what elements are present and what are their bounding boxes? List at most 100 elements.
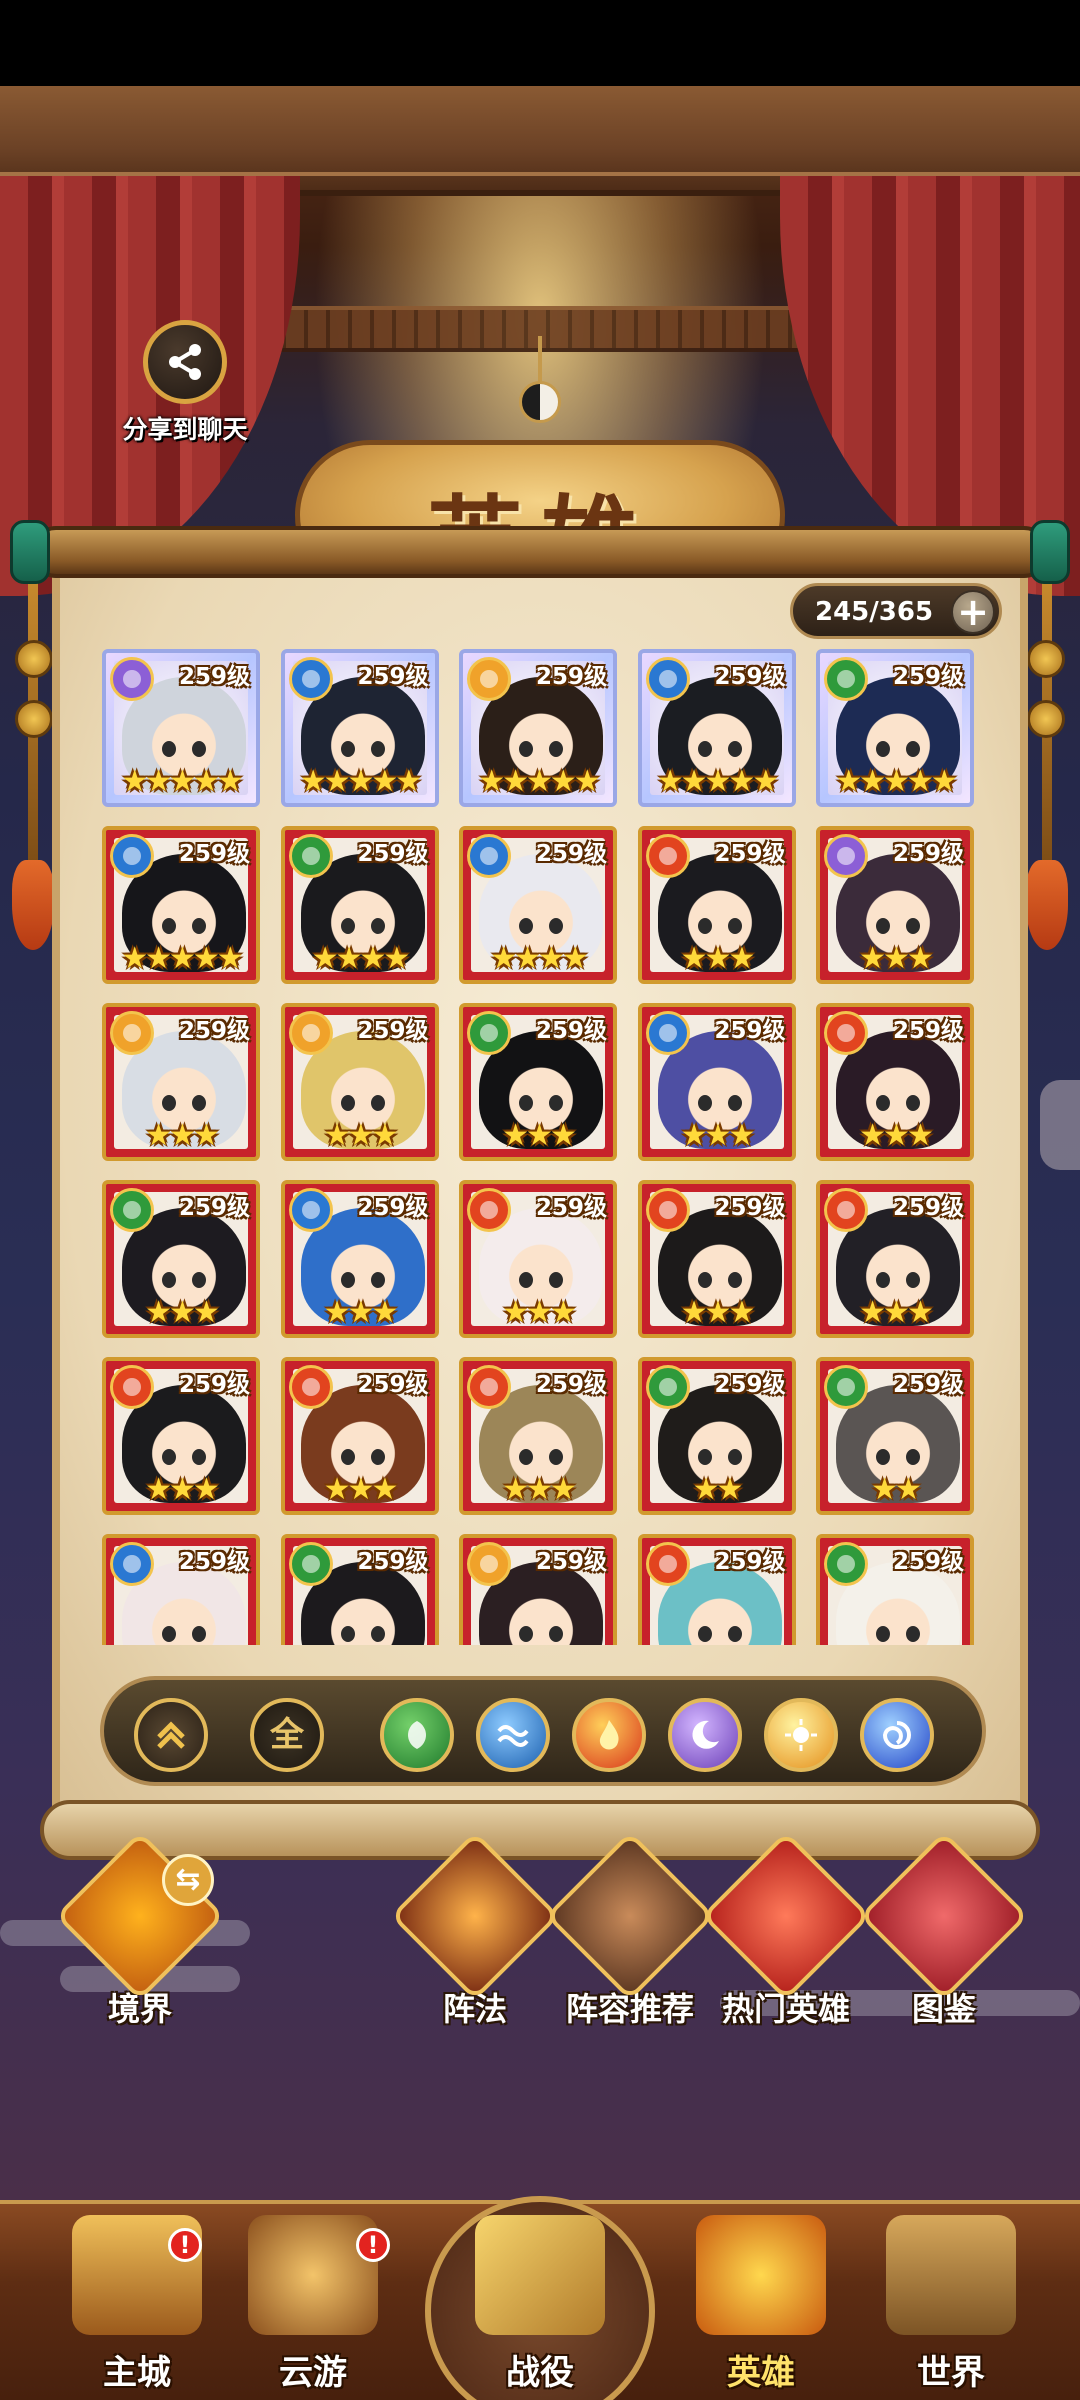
hero-level: 259级 bbox=[535, 664, 607, 690]
hero-stars: ★★★ bbox=[859, 1118, 934, 1153]
lineup-recommend-button[interactable]: 阵容推荐 bbox=[545, 1831, 715, 2030]
hero-card[interactable]: 259级 ★★★★ bbox=[280, 826, 439, 984]
fire-element-icon bbox=[467, 1365, 511, 1409]
share-button[interactable] bbox=[143, 320, 227, 404]
hero-stars: ★★★★★ bbox=[121, 941, 243, 976]
swap-icon[interactable]: ⇆ bbox=[162, 1854, 214, 1906]
hero-card[interactable]: 259级 ★★★★★ bbox=[102, 649, 260, 807]
hero-card[interactable]: 259级 ★★★★★ bbox=[459, 649, 617, 807]
nav-main-city-label: 主城 bbox=[103, 2353, 171, 2393]
hero-card[interactable]: 259级 ★★★ bbox=[102, 1357, 260, 1515]
notification-badge: ! bbox=[168, 2228, 202, 2262]
sort-toggle-button[interactable] bbox=[134, 1698, 208, 1772]
hero-level: 259级 bbox=[357, 1195, 429, 1221]
hero-level: 259级 bbox=[535, 1195, 607, 1221]
hero-card[interactable]: 259级 bbox=[459, 1534, 617, 1645]
add-hero-slots-button[interactable]: + bbox=[951, 590, 995, 634]
fire-element-icon bbox=[467, 1188, 511, 1232]
hero-level: 259级 bbox=[535, 1018, 607, 1044]
light-element-icon bbox=[467, 1542, 511, 1586]
filter-all-button[interactable]: 全 bbox=[250, 1698, 324, 1772]
hero-stars: ★★ bbox=[871, 1472, 922, 1507]
codex-button[interactable]: 图鉴 bbox=[859, 1831, 1029, 2030]
filter-wood-button[interactable] bbox=[380, 1698, 454, 1772]
hero-card[interactable]: 259级 bbox=[280, 1534, 439, 1645]
hero-level: 259级 bbox=[178, 1018, 250, 1044]
nav-battle[interactable]: 战役 bbox=[455, 2215, 625, 2394]
fire-element-icon bbox=[288, 1365, 333, 1409]
coin-ornament bbox=[15, 700, 53, 738]
filter-light-button[interactable] bbox=[764, 1698, 838, 1772]
notification-badge: ! bbox=[356, 2228, 390, 2262]
hero-count-pill: 245/365 + bbox=[790, 583, 1002, 639]
dark-element-icon bbox=[824, 834, 868, 878]
share-label: 分享到聊天 bbox=[122, 415, 248, 444]
mountain-icon bbox=[886, 2215, 1016, 2335]
water-element-icon bbox=[645, 657, 690, 701]
nav-world[interactable]: 世界 bbox=[866, 2215, 1036, 2394]
hero-card[interactable]: 259级 ★★★★★ bbox=[637, 649, 796, 807]
hero-card[interactable]: 259级 ★★★ bbox=[637, 826, 796, 984]
hero-card[interactable]: 259级 ★★ bbox=[816, 1357, 974, 1515]
nav-heroes[interactable]: 英雄 bbox=[676, 2215, 846, 2394]
filter-fire-button[interactable] bbox=[572, 1698, 646, 1772]
hero-card[interactable]: 259级 bbox=[102, 1534, 260, 1645]
hero-card[interactable]: 259级 bbox=[816, 1534, 974, 1645]
filter-dark-button[interactable] bbox=[668, 1698, 742, 1772]
book-icon bbox=[859, 1831, 1029, 2001]
hero-card[interactable]: 259级 ★★★ bbox=[459, 1003, 617, 1161]
hero-card[interactable]: 259级 ★★★ bbox=[280, 1357, 439, 1515]
wood-element-icon bbox=[824, 1365, 868, 1409]
hero-stars: ★★★ bbox=[323, 1118, 399, 1153]
hero-level: 259级 bbox=[714, 664, 786, 690]
hero-card[interactable]: 259级 ★★★ bbox=[102, 1003, 260, 1161]
hero-card[interactable]: 259级 ★★★ bbox=[637, 1180, 796, 1338]
hero-level: 259级 bbox=[714, 1018, 786, 1044]
chevron-up-icon bbox=[157, 1721, 185, 1749]
share-to-chat[interactable]: 分享到聊天 bbox=[110, 320, 260, 446]
side-scroll-handle[interactable] bbox=[1040, 1080, 1080, 1170]
scroll-rod-cap bbox=[10, 520, 50, 584]
hero-card[interactable]: 259级 ★★★ bbox=[816, 1180, 974, 1338]
hero-card[interactable]: 259级 ★★★ bbox=[459, 1180, 617, 1338]
filter-storm-button[interactable] bbox=[860, 1698, 934, 1772]
hero-card[interactable]: 259级 ★★★ bbox=[459, 1357, 617, 1515]
scroll-rod-top bbox=[30, 526, 1050, 578]
water-element-icon bbox=[467, 834, 511, 878]
water-element-icon bbox=[110, 1542, 154, 1586]
hero-card[interactable]: 259级 ★★★★★ bbox=[280, 649, 439, 807]
hero-card[interactable]: 259级 ★★★ bbox=[280, 1003, 439, 1161]
hero-card[interactable]: 259级 ★★★ bbox=[816, 1003, 974, 1161]
hero-level: 259级 bbox=[535, 841, 607, 867]
hero-stars: ★★★ bbox=[859, 941, 934, 976]
wood-element-icon bbox=[824, 1542, 868, 1586]
coin-ornament bbox=[1027, 640, 1065, 678]
status-bar bbox=[0, 0, 1080, 86]
hero-card[interactable]: 259级 ★★★★ bbox=[459, 826, 617, 984]
hero-card[interactable]: 259级 ★★★ bbox=[280, 1180, 439, 1338]
hero-stars: ★★★★ bbox=[311, 941, 411, 976]
scroll-rod-cap bbox=[1030, 520, 1070, 584]
hero-stars: ★★★★ bbox=[490, 941, 589, 976]
hero-card[interactable]: 259级 ★★★★★ bbox=[816, 649, 974, 807]
wood-element-icon bbox=[824, 657, 868, 701]
hero-card[interactable]: 259级 bbox=[637, 1534, 796, 1645]
formation-button[interactable]: 阵法 bbox=[390, 1831, 560, 2030]
hero-card[interactable]: 259级 ★★★ bbox=[637, 1003, 796, 1161]
hero-card[interactable]: 259级 ★★ bbox=[637, 1357, 796, 1515]
water-element-icon bbox=[288, 1188, 333, 1232]
hero-level: 259级 bbox=[714, 1372, 786, 1398]
hero-stars: ★★★ bbox=[502, 1295, 577, 1330]
filter-water-button[interactable] bbox=[476, 1698, 550, 1772]
hero-card[interactable]: 259级 ★★★ bbox=[102, 1180, 260, 1338]
hero-stars: ★★★ bbox=[680, 941, 756, 976]
hero-card[interactable]: 259级 ★★★★★ bbox=[102, 826, 260, 984]
hot-heroes-button[interactable]: 热门英雄 bbox=[701, 1831, 871, 2030]
hero-level: 259级 bbox=[535, 1549, 607, 1575]
lineup-icon bbox=[545, 1831, 715, 2001]
nav-travel-label: 云游 bbox=[279, 2353, 347, 2393]
wood-element-icon bbox=[288, 1542, 333, 1586]
hero-card[interactable]: 259级 ★★★ bbox=[816, 826, 974, 984]
hero-level: 259级 bbox=[892, 1195, 964, 1221]
hero-grid-viewport[interactable]: 259级 ★★★★★ 259级 ★★★★★ 259级 ★★★★★ 259级 ★★★★★ 259级… bbox=[102, 649, 982, 1645]
